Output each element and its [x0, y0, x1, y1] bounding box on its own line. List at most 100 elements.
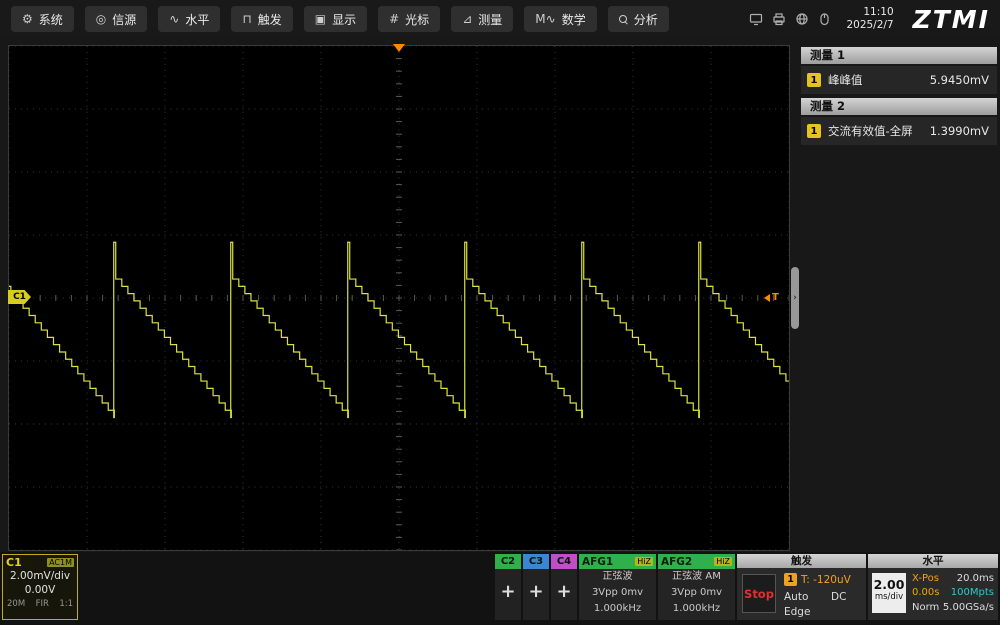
- channel1-offset: 0.00V: [3, 583, 77, 597]
- menu-measure[interactable]: ⊿ 测量: [451, 6, 513, 32]
- afg1-info-box[interactable]: AFG1 HiZ 正弦波 3Vpp 0mv 1.000kHz: [579, 554, 656, 620]
- source-icon: ◎: [96, 13, 106, 25]
- acquisition-mode: Norm: [912, 602, 939, 613]
- measure1-value: 5.9450mV: [930, 73, 989, 87]
- channel1-coupling-badge: AC1M: [47, 558, 74, 567]
- cursor-icon: #: [389, 13, 399, 25]
- trigger-position-marker[interactable]: [393, 44, 405, 52]
- channel3-name: C3: [523, 554, 549, 569]
- mouse-icon[interactable]: [818, 12, 831, 26]
- menu-system-label: 系统: [39, 11, 63, 28]
- menu-trigger-label: 触发: [258, 11, 282, 28]
- clock: 11:10 2025/2/7: [846, 6, 893, 32]
- afg1-waveform-type: 正弦波: [579, 569, 656, 585]
- afg2-info-box[interactable]: AFG2 HiZ 正弦波 AM 3Vpp 0mv 1.000kHz: [658, 554, 735, 620]
- afg2-impedance-badge: HiZ: [714, 557, 732, 566]
- menu-display-label: 显示: [332, 11, 356, 28]
- menu-math[interactable]: M∿ 数学: [524, 6, 596, 32]
- trigger-source-badge: 1: [784, 573, 797, 586]
- measure1-label: 峰峰值: [828, 72, 863, 88]
- menu-horizontal-label: 水平: [185, 11, 209, 28]
- trigger-level-arrow-icon: [764, 294, 770, 302]
- menu-trigger[interactable]: ⊓ 触发: [231, 6, 292, 32]
- trigger-coupling[interactable]: DC: [831, 591, 846, 603]
- waveform-display-area[interactable]: [8, 45, 790, 551]
- analyze-icon: [619, 15, 628, 24]
- afg2-waveform-type: 正弦波 AM: [658, 569, 735, 585]
- channel2-add-button[interactable]: +: [495, 581, 521, 602]
- display-icon: ▣: [315, 13, 326, 25]
- trigger-info-panel[interactable]: 触发 Stop 1 T: -120uV Auto DC Edge: [737, 554, 866, 620]
- measure-row-2[interactable]: 1 交流有效值-全屏 1.3990mV: [801, 117, 997, 145]
- channel1-bandwidth: 20M: [7, 599, 25, 609]
- memory-depth: 100Mpts: [951, 587, 994, 598]
- bottom-status-bar: C1 AC1M 2.00mV/div 0.00V 20M FIR 1:1 C2 …: [0, 552, 1000, 625]
- channel4-add-box[interactable]: C4 +: [551, 554, 577, 620]
- menu-source[interactable]: ◎ 信源: [85, 6, 148, 32]
- menu-measure-label: 测量: [478, 11, 502, 28]
- measure2-value: 1.3990mV: [930, 124, 989, 138]
- xpos-label: X-Pos: [912, 573, 939, 584]
- sample-rate: 5.00GSa/s: [943, 602, 994, 613]
- trigger-level-marker[interactable]: T: [764, 291, 779, 304]
- menu-analyze[interactable]: 分析: [608, 6, 669, 32]
- window-span: 20.0ms: [957, 573, 994, 584]
- channel4-name: C4: [551, 554, 577, 569]
- xpos-value[interactable]: 0.00s: [912, 587, 939, 598]
- trigger-status-button[interactable]: Stop: [742, 574, 776, 613]
- measure-group2-header: 测量 2: [801, 98, 997, 115]
- afg2-amplitude: 3Vpp 0mv: [658, 585, 735, 601]
- trigger-icon: ⊓: [242, 13, 251, 25]
- top-menu-bar: ⚙ 系统 ◎ 信源 ∿ 水平 ⊓ 触发 ▣ 显示 # 光标 ⊿ 测量 M∿ 数学…: [0, 0, 1000, 38]
- gear-icon: ⚙: [22, 13, 33, 25]
- afg1-amplitude: 3Vpp 0mv: [579, 585, 656, 601]
- measure-group1-header: 测量 1: [801, 47, 997, 64]
- afg2-name: AFG2: [661, 556, 692, 568]
- network-icon[interactable]: [795, 12, 809, 26]
- clock-time: 11:10: [846, 6, 893, 19]
- channel1-info-box[interactable]: C1 AC1M 2.00mV/div 0.00V 20M FIR 1:1: [2, 554, 78, 620]
- channel2-add-box[interactable]: C2 +: [495, 554, 521, 620]
- timebase-scale-button[interactable]: 2.00 ms/div: [872, 573, 906, 613]
- waveform-plot[interactable]: [9, 46, 789, 550]
- channel1-filter: FIR: [36, 599, 49, 609]
- menu-display[interactable]: ▣ 显示: [304, 6, 367, 32]
- trigger-type[interactable]: Edge: [784, 606, 810, 618]
- brand-logo: ZTMI: [913, 5, 990, 34]
- trigger-mode[interactable]: Auto: [784, 591, 808, 603]
- channel1-scale: 2.00mV/div: [3, 569, 77, 583]
- timebase-unit: ms/div: [872, 592, 906, 602]
- menu-cursor-label: 光标: [405, 11, 429, 28]
- menu-analyze-label: 分析: [634, 11, 658, 28]
- horizontal-info-panel[interactable]: 水平 2.00 ms/div X-Pos 0.00s Norm 20.0ms 1…: [868, 554, 998, 620]
- trigger-level-value[interactable]: T: -120uV: [801, 574, 851, 586]
- horizontal-icon: ∿: [169, 13, 179, 25]
- afg2-frequency: 1.000kHz: [658, 601, 735, 617]
- menu-source-label: 信源: [112, 11, 136, 28]
- menu-horizontal[interactable]: ∿ 水平: [158, 6, 220, 32]
- measure-row-1[interactable]: 1 峰峰值 5.9450mV: [801, 66, 997, 94]
- screen-icon[interactable]: [749, 12, 763, 26]
- right-scroll-handle[interactable]: ›: [791, 267, 799, 329]
- menu-system[interactable]: ⚙ 系统: [11, 6, 74, 32]
- afg1-name: AFG1: [582, 556, 613, 568]
- channel1-name: C1: [6, 556, 22, 569]
- measure1-source-badge: 1: [807, 73, 821, 87]
- menu-cursor[interactable]: # 光标: [378, 6, 440, 32]
- channel4-add-button[interactable]: +: [551, 581, 577, 602]
- trigger-panel-header: 触发: [737, 554, 866, 568]
- channel3-add-box[interactable]: C3 +: [523, 554, 549, 620]
- math-icon: M∿: [535, 13, 555, 25]
- afg1-frequency: 1.000kHz: [579, 601, 656, 617]
- trigger-level-label: T: [772, 292, 779, 303]
- channel1-probe-ratio: 1:1: [59, 599, 73, 609]
- horizontal-panel-header: 水平: [868, 554, 998, 568]
- menu-math-label: 数学: [562, 11, 586, 28]
- measure2-source-badge: 1: [807, 124, 821, 138]
- printer-icon[interactable]: [772, 12, 786, 26]
- topbar-right-cluster: 11:10 2025/2/7 ZTMI: [749, 5, 1000, 34]
- channel2-name: C2: [495, 554, 521, 569]
- channel3-add-button[interactable]: +: [523, 581, 549, 602]
- timebase-value: 2.00: [872, 578, 906, 592]
- measure2-label: 交流有效值-全屏: [828, 123, 913, 139]
